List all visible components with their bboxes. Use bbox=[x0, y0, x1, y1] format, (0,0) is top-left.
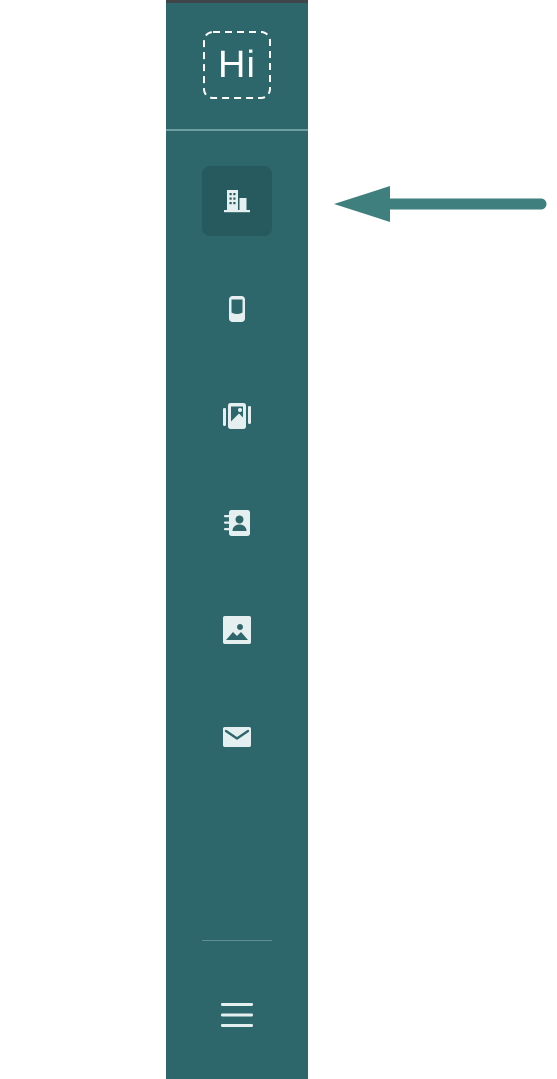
sidebar-item-images[interactable] bbox=[202, 595, 272, 665]
hamburger-menu-icon bbox=[221, 1003, 253, 1027]
sidebar-divider bbox=[166, 129, 308, 131]
building-icon bbox=[224, 190, 250, 213]
menu-toggle-button[interactable] bbox=[212, 993, 262, 1037]
app-logo[interactable]: Hi bbox=[202, 30, 272, 100]
mail-icon bbox=[223, 727, 251, 747]
sidebar: Hi bbox=[166, 0, 308, 1079]
contacts-icon bbox=[224, 510, 250, 536]
sidebar-item-buildings[interactable] bbox=[202, 166, 272, 236]
photo-album-icon bbox=[223, 403, 251, 429]
image-icon bbox=[223, 616, 251, 644]
sidebar-item-messages[interactable] bbox=[202, 702, 272, 772]
arrow-left-icon bbox=[334, 186, 547, 222]
sidebar-item-albums[interactable] bbox=[202, 381, 272, 451]
sidebar-item-devices[interactable] bbox=[202, 274, 272, 344]
sidebar-item-contacts[interactable] bbox=[202, 488, 272, 558]
logo-text: Hi bbox=[218, 44, 256, 86]
device-icon bbox=[229, 296, 245, 322]
sidebar-bottom-divider bbox=[202, 940, 272, 941]
